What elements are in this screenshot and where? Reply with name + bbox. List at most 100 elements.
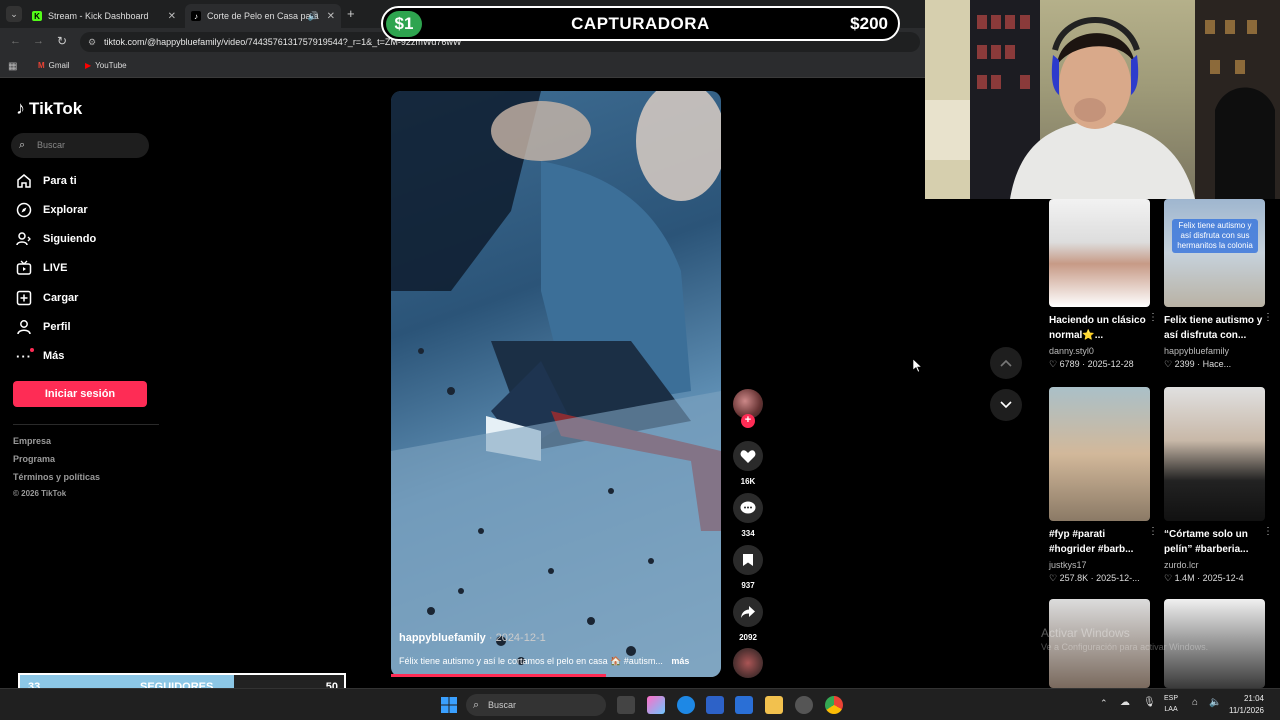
view-count: 1.4M [1174, 573, 1195, 583]
follow-plus-icon[interactable]: + [741, 414, 755, 428]
wifi-icon[interactable]: ⌂ [1192, 697, 1198, 708]
video-title[interactable]: “Córtame solo un pelín” #barberia... [1164, 527, 1265, 557]
nav-label: Explorar [43, 204, 88, 216]
related-video-card[interactable]: ⋮ “Córtame solo un pelín” #barberia... z… [1164, 387, 1273, 584]
search-input[interactable]: ⌕ Buscar [11, 133, 149, 158]
more-options-icon[interactable]: ⋮ [1263, 526, 1273, 537]
banner-max-amount: $200 [850, 14, 888, 33]
bookmark-youtube[interactable]: ▶ YouTube [85, 61, 127, 70]
next-video-button[interactable] [990, 389, 1022, 421]
video-caption: Félix tiene autismo y así le cortamos el… [399, 656, 711, 667]
network-tray-icon[interactable]: ☁ [1120, 697, 1130, 708]
more-options-icon[interactable]: ⋮ [1263, 312, 1273, 323]
speaker-icon[interactable]: 🔊 [308, 11, 319, 22]
like-button[interactable]: 16K [733, 441, 763, 486]
following-icon [16, 231, 32, 247]
copilot-icon[interactable] [647, 696, 665, 714]
outlook-icon[interactable] [735, 696, 753, 714]
sidebar-divider [13, 424, 159, 425]
tab-kick-dashboard[interactable]: K Stream - Kick Dashboard ✕ [26, 4, 182, 28]
volume-icon[interactable]: 🔈 [1209, 697, 1221, 708]
forward-icon[interactable]: → [33, 35, 44, 47]
windows-start-icon[interactable] [440, 696, 458, 714]
nav-item-siguiendo[interactable]: Siguiendo [16, 229, 96, 249]
chevron-up-icon[interactable]: ⌃ [1100, 698, 1108, 709]
back-icon[interactable]: ← [10, 35, 21, 47]
nav-label: Siguiendo [43, 233, 97, 245]
bookmark-gmail[interactable]: M Gmail [38, 61, 70, 70]
live-icon [16, 260, 32, 276]
taskbar-clock[interactable]: 21:04 11/1/2026 [1229, 693, 1264, 717]
chevron-up-icon [1000, 354, 1012, 372]
video-user[interactable]: zurdo.lcr [1164, 560, 1265, 570]
video-user[interactable]: justkys17 [1049, 560, 1150, 570]
site-info-icon[interactable]: ⚙ [88, 32, 96, 52]
tab-list-button[interactable]: ⌄ [6, 6, 22, 22]
more-options-icon[interactable]: ⋮ [1148, 526, 1158, 537]
footer-link-empresa[interactable]: Empresa [13, 436, 51, 446]
video-title[interactable]: Felix tiene autismo y así disfruta con..… [1164, 313, 1265, 343]
taskbar-search-input[interactable]: ⌕ Buscar [466, 694, 606, 716]
video-progress-bar[interactable] [391, 674, 606, 677]
kick-icon: K [32, 11, 42, 21]
tiktok-logo[interactable]: ♪ TikTok [16, 98, 82, 119]
windows-activation-subtext: Ve a Configuración para activar Windows. [1041, 642, 1209, 652]
nav-item-live[interactable]: LIVE [16, 258, 67, 278]
apps-grid-icon[interactable]: ▦ [8, 61, 17, 72]
footer-link-terminos[interactable]: Términos y políticas [13, 472, 100, 482]
related-video-card[interactable]: ⋮ #fyp #parati #hogrider #barb... justky… [1049, 387, 1158, 584]
author-name[interactable]: happybluefamily [399, 632, 486, 644]
video-frame [391, 91, 721, 677]
task-view-icon[interactable] [617, 696, 635, 714]
video-thumbnail[interactable] [1164, 387, 1265, 521]
search-placeholder: Buscar [37, 140, 66, 150]
close-tab-icon[interactable]: ✕ [327, 11, 335, 22]
close-tab-icon[interactable]: ✕ [168, 11, 176, 22]
bookmark-label: Gmail [48, 61, 70, 70]
video-title[interactable]: Haciendo un clásico normal⭐... [1049, 313, 1150, 343]
profile-icon [16, 319, 32, 335]
share-count: 2092 [739, 633, 757, 642]
stream-goal-banner: $1 CAPTURADORA $200 [381, 6, 900, 41]
video-player[interactable] [391, 91, 721, 677]
nav-item-explorar[interactable]: Explorar [16, 200, 88, 220]
related-video-card[interactable]: Felix tiene autismo y así disfruta con s… [1164, 199, 1273, 370]
store-icon[interactable] [706, 696, 724, 714]
related-video-card[interactable]: ⋮ Haciendo un clásico normal⭐... danny.s… [1049, 199, 1158, 370]
video-meta: ♡ 257.8K · 2025-12-... [1049, 573, 1140, 583]
nav-item-para-ti[interactable]: Para ti [16, 171, 77, 191]
file-explorer-icon[interactable] [765, 696, 783, 714]
video-user[interactable]: happybluefamily [1164, 346, 1265, 356]
new-tab-button[interactable]: + [347, 6, 355, 21]
bookmark-label: YouTube [95, 61, 127, 70]
video-user[interactable]: danny.styl0 [1049, 346, 1150, 356]
video-date: · 2024-12-1 [488, 632, 546, 644]
share-button[interactable]: 2092 [733, 597, 763, 642]
nav-item-cargar[interactable]: Cargar [16, 288, 78, 308]
more-options-icon[interactable]: ⋮ [1148, 312, 1158, 323]
video-thumbnail[interactable] [1049, 387, 1150, 521]
obs-icon[interactable] [795, 696, 813, 714]
taskbar-search-placeholder: Buscar [488, 700, 517, 710]
previous-video-button[interactable] [990, 347, 1022, 379]
chrome-icon[interactable] [825, 696, 843, 714]
music-disc-icon[interactable] [733, 648, 763, 678]
heart-outline-icon: ♡ [1049, 359, 1058, 369]
reload-icon[interactable]: ↻ [57, 34, 67, 48]
edge-icon[interactable] [677, 696, 695, 714]
video-author[interactable]: happybluefamily · 2024-12-1 [399, 632, 546, 644]
login-button[interactable]: Iniciar sesión [13, 381, 147, 407]
video-thumbnail[interactable]: Felix tiene autismo y así disfruta con s… [1164, 199, 1265, 307]
video-meta: ♡ 2399 · Hace... [1164, 359, 1232, 369]
nav-item-mas[interactable]: ··· Más [16, 346, 64, 366]
comment-button[interactable]: 334 [733, 493, 763, 538]
video-title[interactable]: #fyp #parati #hogrider #barb... [1049, 527, 1150, 557]
nav-item-perfil[interactable]: Perfil [16, 317, 71, 337]
tab-tiktok-video[interactable]: ♪ Corte de Pelo en Casa para 🔊 ✕ [185, 4, 341, 28]
save-button[interactable]: 937 [733, 545, 763, 590]
microphone-icon[interactable]: 🎙 [1143, 697, 1156, 708]
footer-link-programa[interactable]: Programa [13, 454, 55, 464]
language-indicator[interactable]: ESP LAA [1164, 693, 1178, 715]
video-thumbnail[interactable] [1049, 199, 1150, 307]
caption-more-link[interactable]: más [671, 656, 689, 666]
